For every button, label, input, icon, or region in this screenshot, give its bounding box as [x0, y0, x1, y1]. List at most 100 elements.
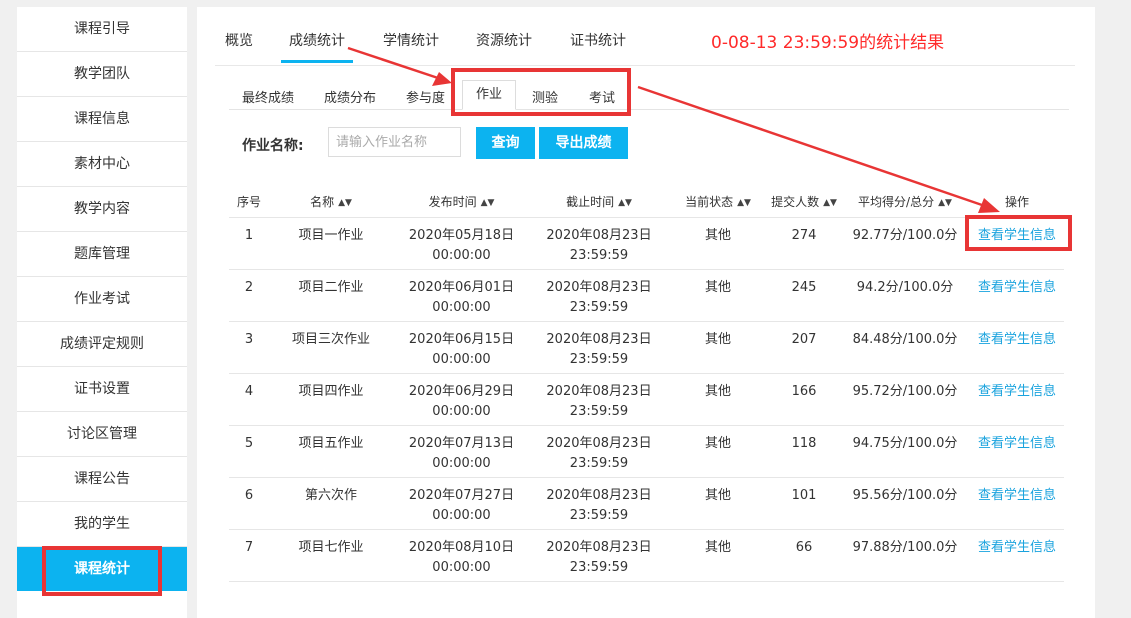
header-status[interactable]: 当前状态 ▲▼	[668, 185, 768, 218]
cell-action: 查看学生信息	[970, 373, 1064, 426]
cell-index: 7	[229, 529, 269, 582]
cell-submit-count: 166	[768, 373, 840, 426]
header-name[interactable]: 名称 ▲▼	[269, 185, 393, 218]
sidebar-item-grading-rules[interactable]: 成绩评定规则	[17, 322, 187, 367]
subtab-quiz[interactable]: 测验	[532, 87, 558, 106]
cell-submit-count: 118	[768, 425, 840, 478]
cell-status: 其他	[668, 425, 768, 478]
cell-name: 项目七作业	[269, 529, 393, 582]
sidebar-item-course-statistics[interactable]: 课程统计	[17, 547, 187, 591]
sidebar-item-my-students[interactable]: 我的学生	[17, 502, 187, 547]
subtab-score-distribution[interactable]: 成绩分布	[324, 87, 376, 106]
cell-deadline: 2020年08月23日 23:59:59	[530, 477, 668, 530]
cell-name: 项目二作业	[269, 269, 393, 322]
sidebar-item-homework-exam[interactable]: 作业考试	[17, 277, 187, 322]
table-row: 3 项目三次作业 2020年06月15日 00:00:00 2020年08月23日…	[229, 321, 1064, 374]
sidebar-item-course-guide[interactable]: 课程引导	[17, 7, 187, 52]
view-students-link[interactable]: 查看学生信息	[978, 540, 1056, 555]
cell-deadline: 2020年08月23日 23:59:59	[530, 425, 668, 478]
cell-status: 其他	[668, 269, 768, 322]
tab-score-statistics[interactable]: 成绩统计	[281, 30, 353, 63]
cell-deadline: 2020年08月23日 23:59:59	[530, 529, 668, 582]
sort-icon[interactable]: ▲▼	[338, 198, 352, 208]
cell-status: 其他	[668, 321, 768, 374]
cell-publish-time: 2020年06月29日 00:00:00	[393, 373, 530, 426]
query-button[interactable]: 查询	[476, 127, 535, 159]
cell-deadline: 2020年08月23日 23:59:59	[530, 321, 668, 374]
tab-overview[interactable]: 概览	[225, 30, 253, 50]
cell-publish-time: 2020年08月10日 00:00:00	[393, 529, 530, 582]
subtab-participation[interactable]: 参与度	[406, 87, 445, 106]
cell-name: 第六次作	[269, 477, 393, 530]
cell-action: 查看学生信息	[970, 529, 1064, 582]
sort-icon[interactable]: ▲▼	[737, 198, 751, 208]
sidebar-item-forum-management[interactable]: 讨论区管理	[17, 412, 187, 457]
sort-icon[interactable]: ▲▼	[481, 198, 495, 208]
header-publish-time[interactable]: 发布时间 ▲▼	[393, 185, 530, 218]
sidebar-item-teaching-content[interactable]: 教学内容	[17, 187, 187, 232]
cell-average-score: 92.77分/100.0分	[840, 217, 970, 270]
sort-icon[interactable]: ▲▼	[938, 198, 952, 208]
table-row: 7 项目七作业 2020年08月10日 00:00:00 2020年08月23日 2…	[229, 529, 1064, 582]
table-header-row: 序号 名称 ▲▼ 发布时间 ▲▼ 截止时间 ▲▼ 当前状态 ▲▼ 提交人数 ▲▼ 平均得分…	[229, 185, 1064, 218]
view-students-link[interactable]: 查看学生信息	[978, 280, 1056, 295]
subtab-exam[interactable]: 考试	[589, 87, 615, 106]
cell-action: 查看学生信息	[970, 217, 1064, 270]
cell-deadline: 2020年08月23日 23:59:59	[530, 269, 668, 322]
cell-index: 6	[229, 477, 269, 530]
cell-deadline: 2020年08月23日 23:59:59	[530, 373, 668, 426]
cell-status: 其他	[668, 373, 768, 426]
sort-icon[interactable]: ▲▼	[823, 198, 837, 208]
sidebar-item-material-center[interactable]: 素材中心	[17, 142, 187, 187]
table-row: 2 项目二作业 2020年06月01日 00:00:00 2020年08月23日 2…	[229, 269, 1064, 322]
header-action: 操作	[970, 185, 1064, 218]
cell-submit-count: 101	[768, 477, 840, 530]
cell-name: 项目一作业	[269, 217, 393, 270]
header-submit-count[interactable]: 提交人数 ▲▼	[768, 185, 840, 218]
cell-action: 查看学生信息	[970, 477, 1064, 530]
view-students-link[interactable]: 查看学生信息	[978, 228, 1056, 243]
homework-table: 序号 名称 ▲▼ 发布时间 ▲▼ 截止时间 ▲▼ 当前状态 ▲▼ 提交人数 ▲▼ 平均得分…	[229, 185, 1064, 582]
top-tab-bar: 概览 成绩统计 学情统计 资源统计 证书统计	[215, 7, 1075, 66]
view-students-link[interactable]: 查看学生信息	[978, 436, 1056, 451]
statistics-timestamp-note: 0-08-13 23:59:59的统计结果	[711, 33, 945, 53]
main-panel: 概览 成绩统计 学情统计 资源统计 证书统计 0-08-13 23:59:59的…	[197, 7, 1095, 618]
cell-action: 查看学生信息	[970, 321, 1064, 374]
tab-certificate-statistics[interactable]: 证书统计	[570, 30, 626, 50]
cell-submit-count: 207	[768, 321, 840, 374]
cell-average-score: 94.2分/100.0分	[840, 269, 970, 322]
sidebar-item-teaching-team[interactable]: 教学团队	[17, 52, 187, 97]
cell-action: 查看学生信息	[970, 425, 1064, 478]
cell-submit-count: 274	[768, 217, 840, 270]
cell-action: 查看学生信息	[970, 269, 1064, 322]
header-average-score[interactable]: 平均得分/总分 ▲▼	[840, 185, 970, 218]
view-students-link[interactable]: 查看学生信息	[978, 488, 1056, 503]
view-students-link[interactable]: 查看学生信息	[978, 332, 1056, 347]
cell-submit-count: 66	[768, 529, 840, 582]
header-deadline[interactable]: 截止时间 ▲▼	[530, 185, 668, 218]
table-row: 5 项目五作业 2020年07月13日 00:00:00 2020年08月23日 2…	[229, 425, 1064, 478]
homework-name-input[interactable]	[328, 127, 461, 157]
tab-learning-statistics[interactable]: 学情统计	[383, 30, 439, 50]
sidebar-item-announcements[interactable]: 课程公告	[17, 457, 187, 502]
cell-average-score: 94.75分/100.0分	[840, 425, 970, 478]
cell-publish-time: 2020年07月13日 00:00:00	[393, 425, 530, 478]
subtab-homework[interactable]: 作业	[462, 80, 517, 110]
view-students-link[interactable]: 查看学生信息	[978, 384, 1056, 399]
cell-index: 5	[229, 425, 269, 478]
export-scores-button[interactable]: 导出成绩	[539, 127, 628, 159]
tab-resource-statistics[interactable]: 资源统计	[476, 30, 532, 50]
sidebar-item-question-bank[interactable]: 题库管理	[17, 232, 187, 277]
cell-average-score: 95.72分/100.0分	[840, 373, 970, 426]
subtab-final-score[interactable]: 最终成绩	[242, 87, 294, 106]
sidebar-item-certificate-settings[interactable]: 证书设置	[17, 367, 187, 412]
table-row: 4 项目四作业 2020年06月29日 00:00:00 2020年08月23日 2…	[229, 373, 1064, 426]
cell-index: 3	[229, 321, 269, 374]
sidebar-item-course-info[interactable]: 课程信息	[17, 97, 187, 142]
homework-name-label: 作业名称:	[242, 138, 304, 154]
cell-name: 项目四作业	[269, 373, 393, 426]
cell-publish-time: 2020年06月01日 00:00:00	[393, 269, 530, 322]
sort-icon[interactable]: ▲▼	[618, 198, 632, 208]
cell-deadline: 2020年08月23日 23:59:59	[530, 217, 668, 270]
cell-average-score: 84.48分/100.0分	[840, 321, 970, 374]
